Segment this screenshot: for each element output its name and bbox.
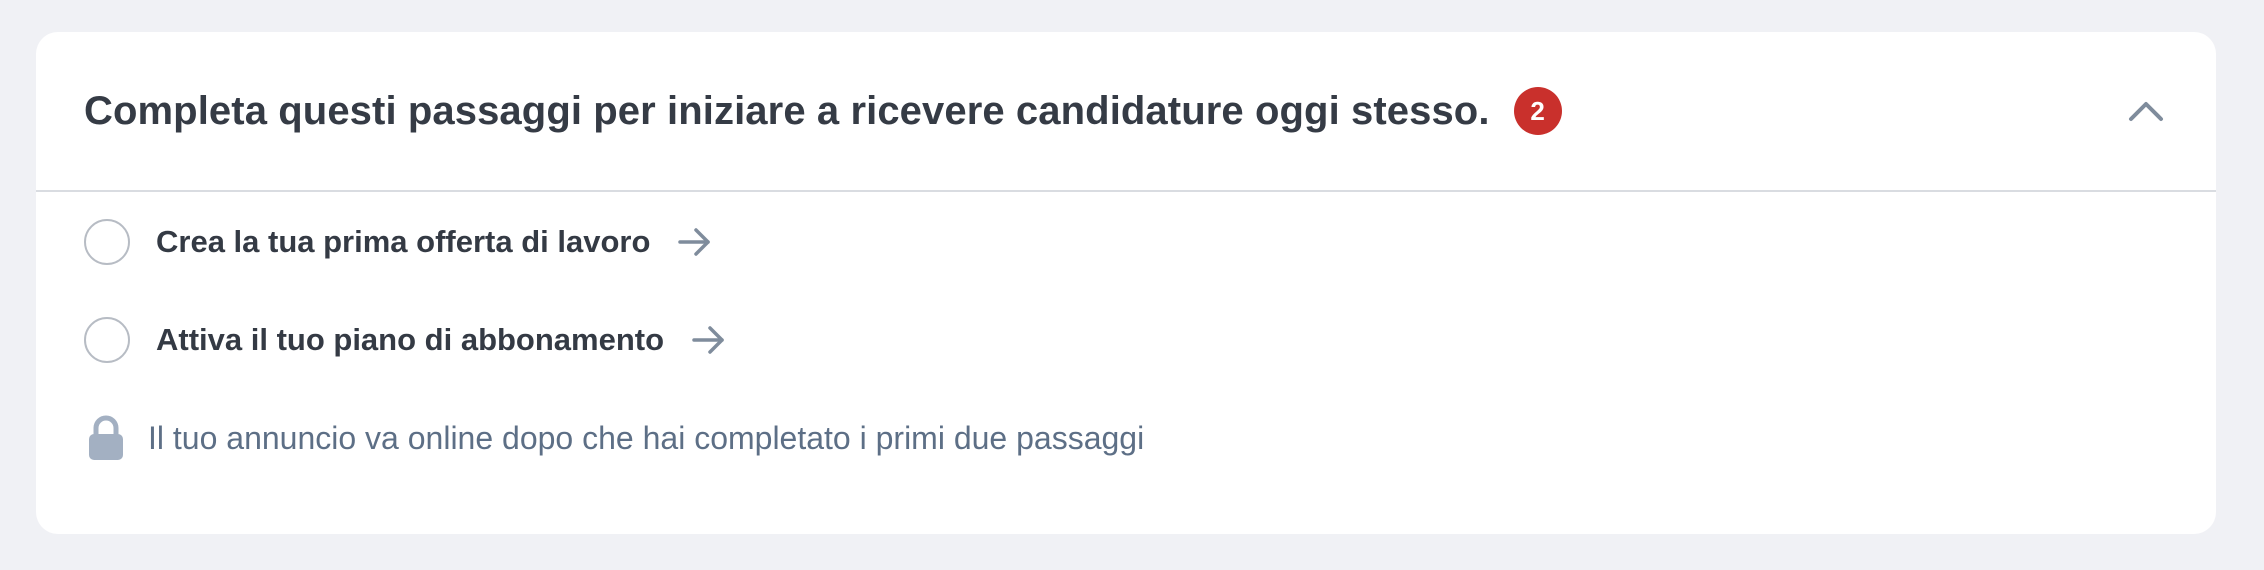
step-activate-subscription[interactable]: Attiva il tuo piano di abbonamento [84, 314, 726, 366]
checklist-title: Completa questi passaggi per iniziare a … [84, 88, 1490, 133]
step-status-circle[interactable] [84, 219, 130, 265]
checklist-header[interactable]: Completa questi passaggi per iniziare a … [36, 32, 2216, 192]
step-label[interactable]: Attiva il tuo piano di abbonamento [156, 322, 664, 358]
go-live-notice-text: Il tuo annuncio va online dopo che hai c… [148, 419, 1145, 456]
lock-icon [84, 413, 128, 463]
go-live-notice: Il tuo annuncio va online dopo che hai c… [84, 412, 1144, 464]
step-status-circle[interactable] [84, 317, 130, 363]
arrow-right-icon[interactable] [692, 323, 726, 357]
step-label[interactable]: Crea la tua prima offerta di lavoro [156, 224, 650, 260]
step-create-job-offer[interactable]: Crea la tua prima offerta di lavoro [84, 216, 712, 268]
chevron-up-icon [2129, 102, 2163, 121]
onboarding-checklist-card: Completa questi passaggi per iniziare a … [36, 32, 2216, 534]
checklist-title-group: Completa questi passaggi per iniziare a … [84, 87, 1562, 135]
remaining-steps-badge: 2 [1513, 87, 1562, 135]
collapse-toggle-button[interactable] [2116, 81, 2176, 141]
arrow-right-icon[interactable] [678, 225, 712, 259]
